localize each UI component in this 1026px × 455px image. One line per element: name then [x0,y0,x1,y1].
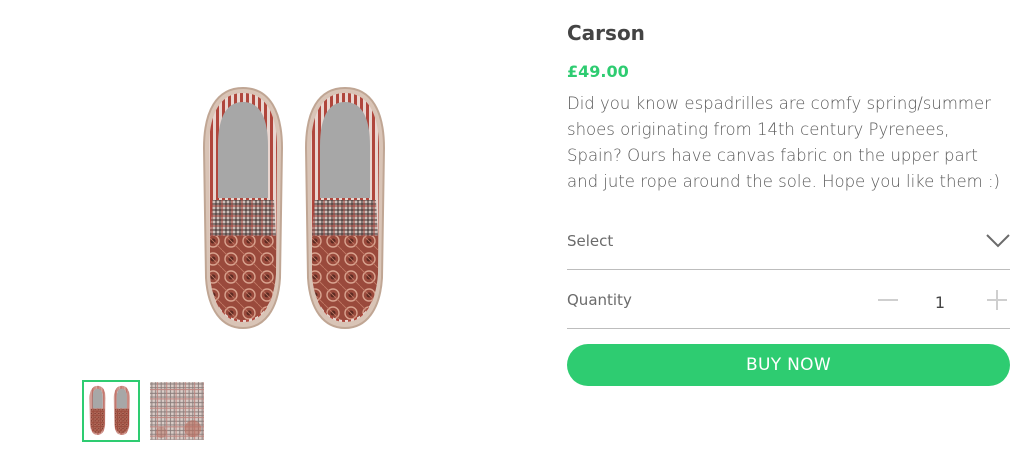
product-gallery [0,0,560,455]
plus-icon[interactable] [986,289,1008,311]
buy-now-button[interactable]: BUY NOW [567,344,1010,386]
quantity-label: Quantity [567,291,632,309]
quantity-stepper: Quantity 1 [567,271,1010,329]
product-description: Did you know espadrilles are comfy sprin… [567,94,1000,191]
chevron-down-icon[interactable] [986,233,1010,249]
right-shoe [304,86,386,330]
thumbnail-shoes[interactable] [82,380,140,442]
left-shoe [202,86,284,330]
variant-select[interactable]: Select [567,212,1010,270]
thumbnail-fabric[interactable] [148,380,206,442]
minus-icon[interactable] [877,289,899,311]
product-title: Carson [567,21,645,45]
product-page: Carson £49.00 Did you know espadrilles a… [0,0,1026,455]
product-price: £49.00 [567,62,629,81]
quantity-value[interactable]: 1 [926,293,954,312]
espadrilles-pair-image [202,86,386,330]
select-label: Select [567,232,614,250]
thumbnail-strip [82,380,206,442]
fabric-pattern-thumbnail-icon [150,382,204,440]
main-product-image[interactable] [80,20,470,350]
shoe-pair-thumbnail-icon [84,382,138,440]
